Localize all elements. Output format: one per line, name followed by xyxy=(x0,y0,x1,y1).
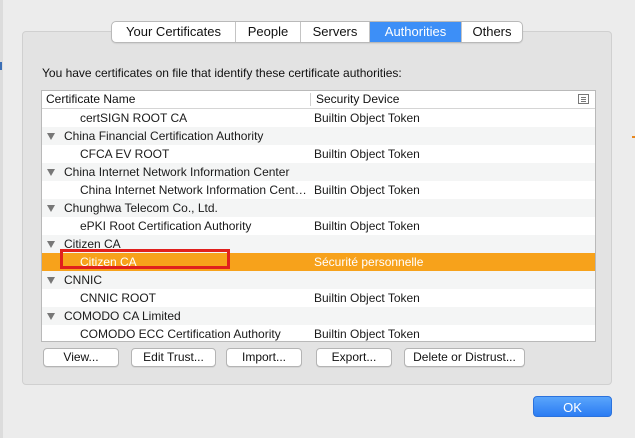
security-device: Builtin Object Token xyxy=(314,111,420,125)
security-device: Builtin Object Token xyxy=(314,147,420,161)
tab-servers[interactable]: Servers xyxy=(301,22,370,42)
group-row[interactable]: Citizen CA xyxy=(42,235,595,253)
certificate-name: CFCA EV ROOT xyxy=(80,147,170,161)
tab-bar: Your Certificates People Servers Authori… xyxy=(111,21,523,43)
column-divider[interactable] xyxy=(310,93,311,106)
disclosure-triangle-icon[interactable] xyxy=(47,277,55,284)
group-row[interactable]: Chunghwa Telecom Co., Ltd. xyxy=(42,199,595,217)
tab-people[interactable]: People xyxy=(236,22,301,42)
table-row[interactable]: COMODO ECC Certification Authority Builti… xyxy=(42,325,595,341)
certificate-name: COMODO ECC Certification Authority xyxy=(80,327,281,341)
table-row[interactable]: CFCA EV ROOT Builtin Object Token xyxy=(42,145,595,163)
disclosure-triangle-icon[interactable] xyxy=(47,313,55,320)
certificate-name: certSIGN ROOT CA xyxy=(80,111,188,125)
tab-authorities[interactable]: Authorities xyxy=(370,22,462,42)
group-name: CNNIC xyxy=(64,273,102,287)
certificate-name: China Internet Network Information Cente… xyxy=(80,183,309,197)
table-row[interactable]: CNNIC ROOT Builtin Object Token xyxy=(42,289,595,307)
window-edge-marker xyxy=(0,62,2,70)
disclosure-triangle-icon[interactable] xyxy=(47,205,55,212)
disclosure-triangle-icon[interactable] xyxy=(47,169,55,176)
certificate-table[interactable]: Certificate Name Security Device certSIG… xyxy=(41,90,596,342)
column-header-certificate-name[interactable]: Certificate Name xyxy=(46,91,135,108)
tab-your-certificates[interactable]: Your Certificates xyxy=(112,22,236,42)
certificate-name: CNNIC ROOT xyxy=(80,291,156,305)
security-device: Builtin Object Token xyxy=(314,327,420,341)
export-button[interactable]: Export... xyxy=(316,348,392,367)
tab-others[interactable]: Others xyxy=(462,22,522,42)
import-button[interactable]: Import... xyxy=(226,348,302,367)
table-row[interactable]: ePKI Root Certification Authority Builtin… xyxy=(42,217,595,235)
description-text: You have certificates on file that ident… xyxy=(42,66,402,80)
group-name: Citizen CA xyxy=(64,237,121,251)
security-device: Builtin Object Token xyxy=(314,183,420,197)
edit-trust-button[interactable]: Edit Trust... xyxy=(131,348,216,367)
table-body: certSIGN ROOT CA Builtin Object Token Chin… xyxy=(42,109,595,341)
table-row[interactable]: certSIGN ROOT CA Builtin Object Token xyxy=(42,109,595,127)
disclosure-triangle-icon[interactable] xyxy=(47,241,55,248)
group-row[interactable]: China Financial Certification Authority xyxy=(42,127,595,145)
group-name: China Internet Network Information Cente… xyxy=(64,165,290,179)
group-row[interactable]: CNNIC xyxy=(42,271,595,289)
group-name: COMODO CA Limited xyxy=(64,309,181,323)
certificate-name: ePKI Root Certification Authority xyxy=(80,219,252,233)
security-device: Builtin Object Token xyxy=(314,219,420,233)
security-device: Builtin Object Token xyxy=(314,291,420,305)
group-name: China Financial Certification Authority xyxy=(64,129,264,143)
group-row[interactable]: COMODO CA Limited xyxy=(42,307,595,325)
group-row[interactable]: China Internet Network Information Cente… xyxy=(42,163,595,181)
delete-or-distrust-button[interactable]: Delete or Distrust... xyxy=(404,348,525,367)
table-row[interactable]: Citizen CA Sécurité personnelle xyxy=(42,253,595,271)
column-picker-icon[interactable] xyxy=(578,94,589,104)
column-header-security-device[interactable]: Security Device xyxy=(316,91,399,108)
table-row[interactable]: China Internet Network Information Cente… xyxy=(42,181,595,199)
ok-button[interactable]: OK xyxy=(533,396,612,417)
disclosure-triangle-icon[interactable] xyxy=(47,133,55,140)
security-device: Sécurité personnelle xyxy=(314,255,424,269)
view-button[interactable]: View... xyxy=(43,348,119,367)
group-name: Chunghwa Telecom Co., Ltd. xyxy=(64,201,218,215)
certificate-name: Citizen CA xyxy=(80,255,137,269)
table-header: Certificate Name Security Device xyxy=(42,91,595,109)
